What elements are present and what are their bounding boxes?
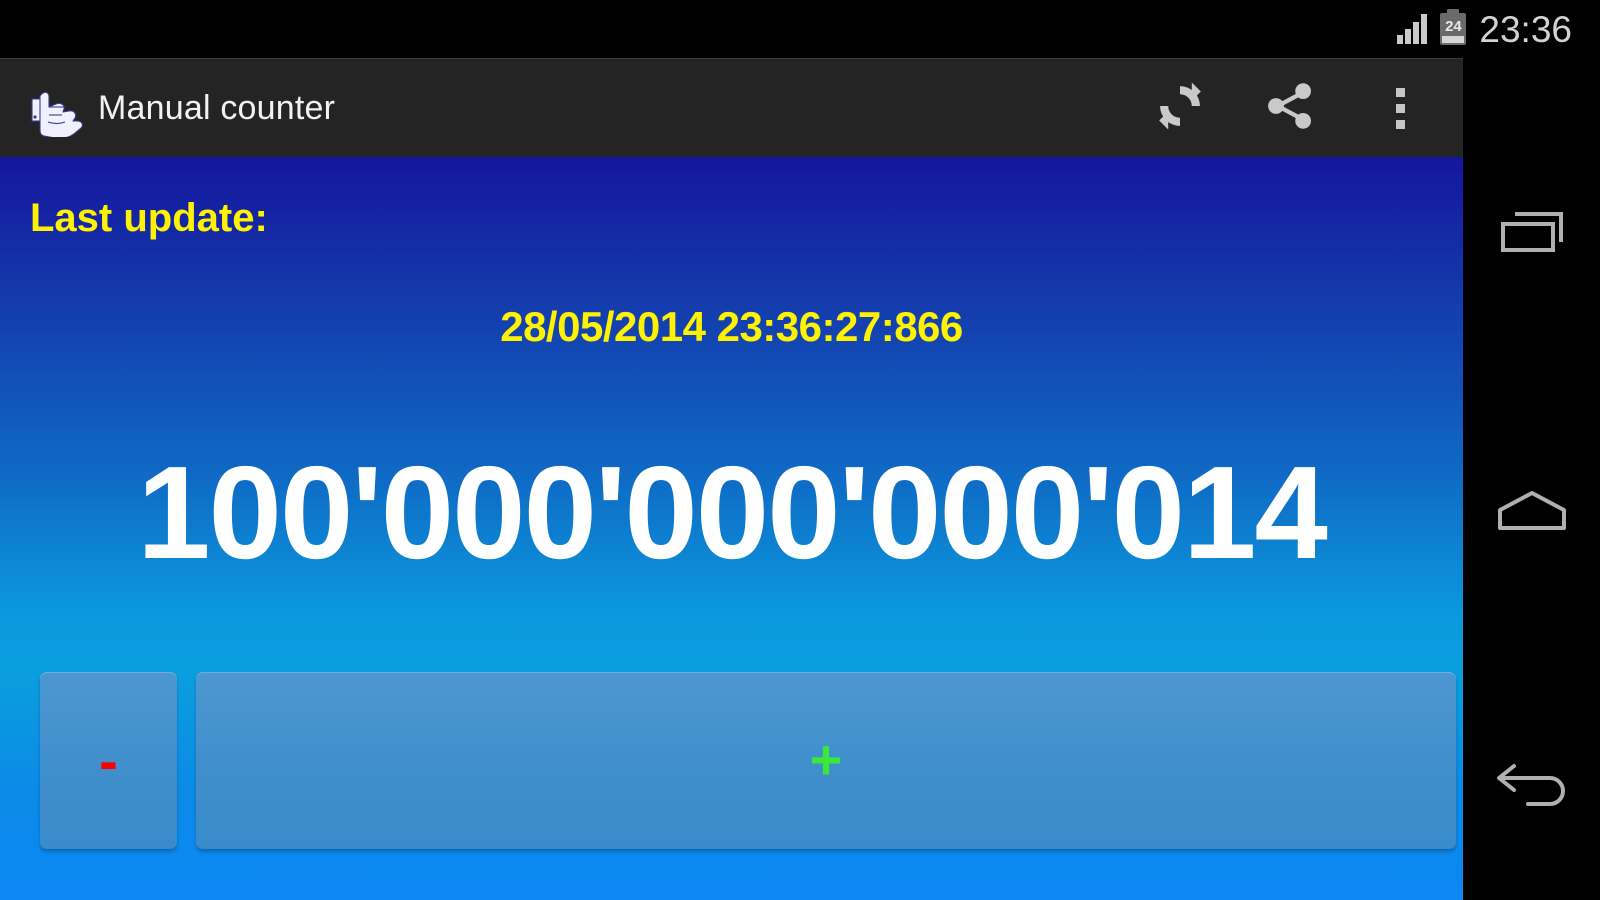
- share-action-button[interactable]: [1235, 59, 1345, 158]
- signal-bars-icon: [1397, 14, 1428, 44]
- system-navigation-bar: [1463, 58, 1600, 900]
- decrement-button[interactable]: -: [40, 672, 177, 849]
- action-bar: Manual counter: [0, 58, 1463, 157]
- nav-recents-button[interactable]: [1463, 136, 1600, 341]
- minus-icon: -: [99, 728, 118, 792]
- nav-back-button[interactable]: [1463, 686, 1600, 891]
- hand-counting-icon: [26, 79, 84, 139]
- recents-icon: [1497, 206, 1567, 271]
- status-bar-right-cluster: 24 23:36: [1397, 8, 1572, 50]
- counter-value-display: 100'000'000'000'014: [137, 439, 1328, 586]
- battery-icon: 24: [1440, 9, 1467, 45]
- counter-button-row: - +: [40, 672, 1456, 849]
- counter-screen: Last update: 28/05/2014 23:36:27:866 100…: [0, 157, 1463, 900]
- status-bar: 24 23:36: [0, 0, 1600, 58]
- phone-screen: 24 23:36 Manual counter Last update: 28/…: [0, 0, 1600, 900]
- refresh-action-button[interactable]: [1125, 59, 1235, 158]
- overflow-menu-button[interactable]: [1345, 59, 1455, 158]
- last-update-timestamp: 28/05/2014 23:36:27:866: [500, 303, 963, 350]
- overflow-menu-icon: [1395, 87, 1405, 129]
- home-icon: [1495, 488, 1569, 539]
- last-update-label: Last update:: [30, 196, 268, 240]
- nav-home-button[interactable]: [1463, 411, 1600, 616]
- refresh-icon: [1151, 77, 1209, 140]
- battery-level-text: 24: [1445, 18, 1462, 35]
- share-icon: [1262, 78, 1318, 139]
- back-icon: [1492, 756, 1572, 821]
- action-bar-items: [1125, 59, 1463, 157]
- app-title: Manual counter: [98, 88, 336, 127]
- status-bar-clock: 23:36: [1479, 8, 1572, 50]
- plus-icon: +: [809, 728, 843, 792]
- increment-button[interactable]: +: [196, 672, 1456, 849]
